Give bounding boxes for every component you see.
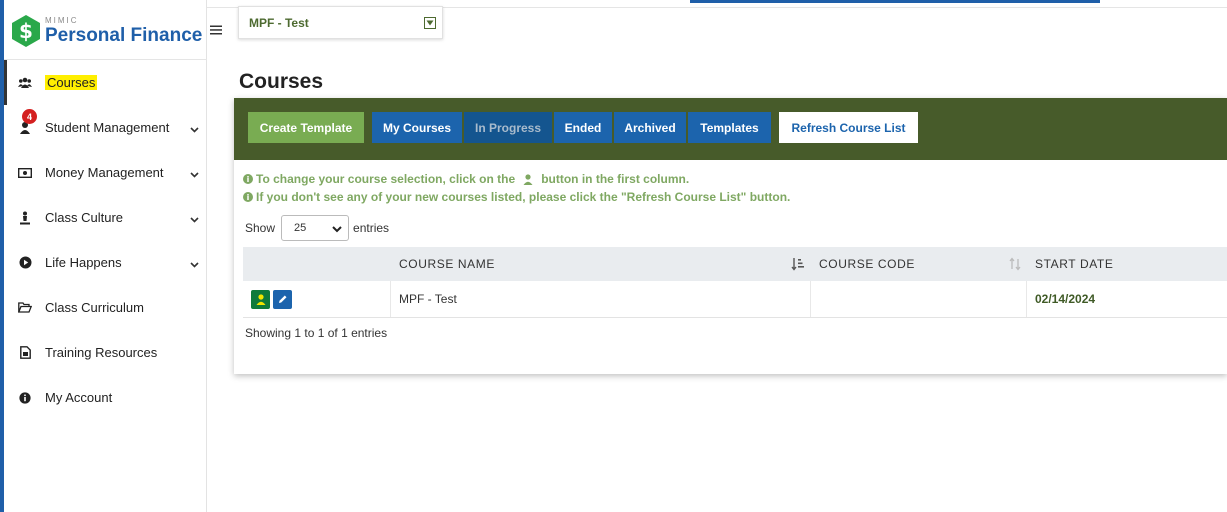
tab-templates[interactable]: Templates xyxy=(688,112,771,143)
table-row[interactable]: MPF - Test 02/14/2024 xyxy=(243,281,1227,318)
cell-course-code xyxy=(811,281,1027,317)
culture-icon xyxy=(18,211,32,225)
cell-start-date: 02/14/2024 xyxy=(1035,292,1096,306)
column-header-label: COURSE NAME xyxy=(399,257,495,271)
entries-length-control: Show 25 entries xyxy=(245,215,389,241)
tab-ended[interactable]: Ended xyxy=(554,112,612,143)
show-label: Show xyxy=(245,221,276,235)
brand-small-text: MIMIC xyxy=(45,16,79,25)
cell-course-name: MPF - Test xyxy=(391,281,811,317)
chevron-down-icon[interactable] xyxy=(190,256,199,271)
courses-table: COURSE NAME COURSE CODE START DATE MPF -… xyxy=(243,247,1227,318)
tab-archived[interactable]: Archived xyxy=(614,112,686,143)
course-selector[interactable]: MPF - Test xyxy=(238,6,443,39)
page-size-select[interactable]: 25 xyxy=(281,215,350,241)
folder-open-icon xyxy=(18,301,32,315)
page-size-value: 25 xyxy=(294,222,307,234)
info-text-post: button in the first column. xyxy=(541,172,690,186)
sort-both-icon xyxy=(1009,257,1021,274)
document-icon xyxy=(18,346,32,360)
money-icon xyxy=(18,166,32,180)
sidebar-item-label: Life Happens xyxy=(45,255,122,270)
table-header: COURSE NAME COURSE CODE START DATE xyxy=(243,247,1227,281)
sidebar-item-class-culture[interactable]: Class Culture xyxy=(4,195,207,240)
info-circle-icon xyxy=(18,391,32,405)
play-circle-icon xyxy=(18,256,32,270)
sidebar-item-life-happens[interactable]: Life Happens xyxy=(4,240,207,285)
column-header-course-name[interactable]: COURSE NAME xyxy=(391,247,811,281)
chevron-down-icon[interactable] xyxy=(190,166,199,181)
column-header-actions xyxy=(243,247,391,281)
courses-panel: Create Template My Courses In Progress E… xyxy=(234,98,1227,374)
app-window: $ MIMIC Personal Finance Courses 4 Stude… xyxy=(0,0,1227,512)
sidebar-item-label: Courses xyxy=(45,75,98,90)
edit-course-button[interactable] xyxy=(273,289,292,309)
brand-name: Personal Finance xyxy=(45,25,203,46)
sidebar: $ MIMIC Personal Finance Courses 4 Stude… xyxy=(4,0,207,512)
column-header-label: COURSE CODE xyxy=(819,257,915,271)
refresh-course-list-button[interactable]: Refresh Course List xyxy=(779,112,918,143)
row-actions xyxy=(243,281,391,317)
sidebar-item-my-account[interactable]: My Account xyxy=(4,375,207,420)
sidebar-item-label: My Account xyxy=(45,390,113,405)
sidebar-item-label: Class Curriculum xyxy=(45,300,144,315)
page-title: Courses xyxy=(239,70,324,93)
info-icon: i xyxy=(243,192,253,202)
tab-in-progress[interactable]: In Progress xyxy=(464,112,552,143)
users-icon xyxy=(18,76,32,90)
create-template-button[interactable]: Create Template xyxy=(248,112,364,143)
info-text-pre: To change your course selection, click o… xyxy=(256,172,516,186)
sidebar-item-training-resources[interactable]: Training Resources xyxy=(4,330,207,375)
column-header-label: START DATE xyxy=(1035,257,1114,271)
sidebar-item-label: Training Resources xyxy=(45,345,158,360)
sidebar-item-label: Student Management xyxy=(45,120,170,135)
column-header-course-code[interactable]: COURSE CODE xyxy=(811,247,1027,281)
sidebar-item-class-curriculum[interactable]: Class Curriculum xyxy=(4,285,207,330)
top-accent-line xyxy=(690,0,1100,3)
tab-my-courses[interactable]: My Courses xyxy=(372,112,462,143)
select-course-button[interactable] xyxy=(251,289,270,309)
sidebar-item-label: Class Culture xyxy=(45,210,124,225)
chevron-down-icon[interactable] xyxy=(190,121,199,136)
column-header-start-date[interactable]: START DATE xyxy=(1027,247,1227,281)
info-text: If you don't see any of your new courses… xyxy=(256,190,791,204)
notification-badge: 4 xyxy=(22,109,37,124)
entries-label: entries xyxy=(353,221,390,235)
sidebar-nav: Courses 4 Student Management Money Manag… xyxy=(4,60,207,420)
sidebar-item-money-management[interactable]: Money Management xyxy=(4,150,207,195)
sidebar-item-student-management[interactable]: 4 Student Management xyxy=(4,105,207,150)
info-change-selection: i To change your course selection, click… xyxy=(243,172,689,186)
chevron-down-icon xyxy=(332,224,342,236)
caret-down-icon xyxy=(424,17,436,29)
user-icon xyxy=(523,173,533,185)
brand-logo[interactable]: $ MIMIC Personal Finance xyxy=(12,14,202,48)
sidebar-item-label: Money Management xyxy=(45,165,164,180)
sidebar-item-courses[interactable]: Courses xyxy=(4,60,207,105)
sort-ascending-icon xyxy=(791,257,805,274)
course-selector-value: MPF - Test xyxy=(249,15,309,30)
chevron-down-icon[interactable] xyxy=(190,211,199,226)
hamburger-menu-icon[interactable] xyxy=(210,22,224,38)
table-info: Showing 1 to 1 of 1 entries xyxy=(245,326,388,340)
course-toolbar: Create Template My Courses In Progress E… xyxy=(234,98,1227,160)
dollar-logo-icon: $ xyxy=(12,15,40,47)
info-refresh-hint: i If you don't see any of your new cours… xyxy=(243,190,790,204)
brand-text: MIMIC Personal Finance xyxy=(45,16,203,46)
info-icon: i xyxy=(243,174,253,184)
